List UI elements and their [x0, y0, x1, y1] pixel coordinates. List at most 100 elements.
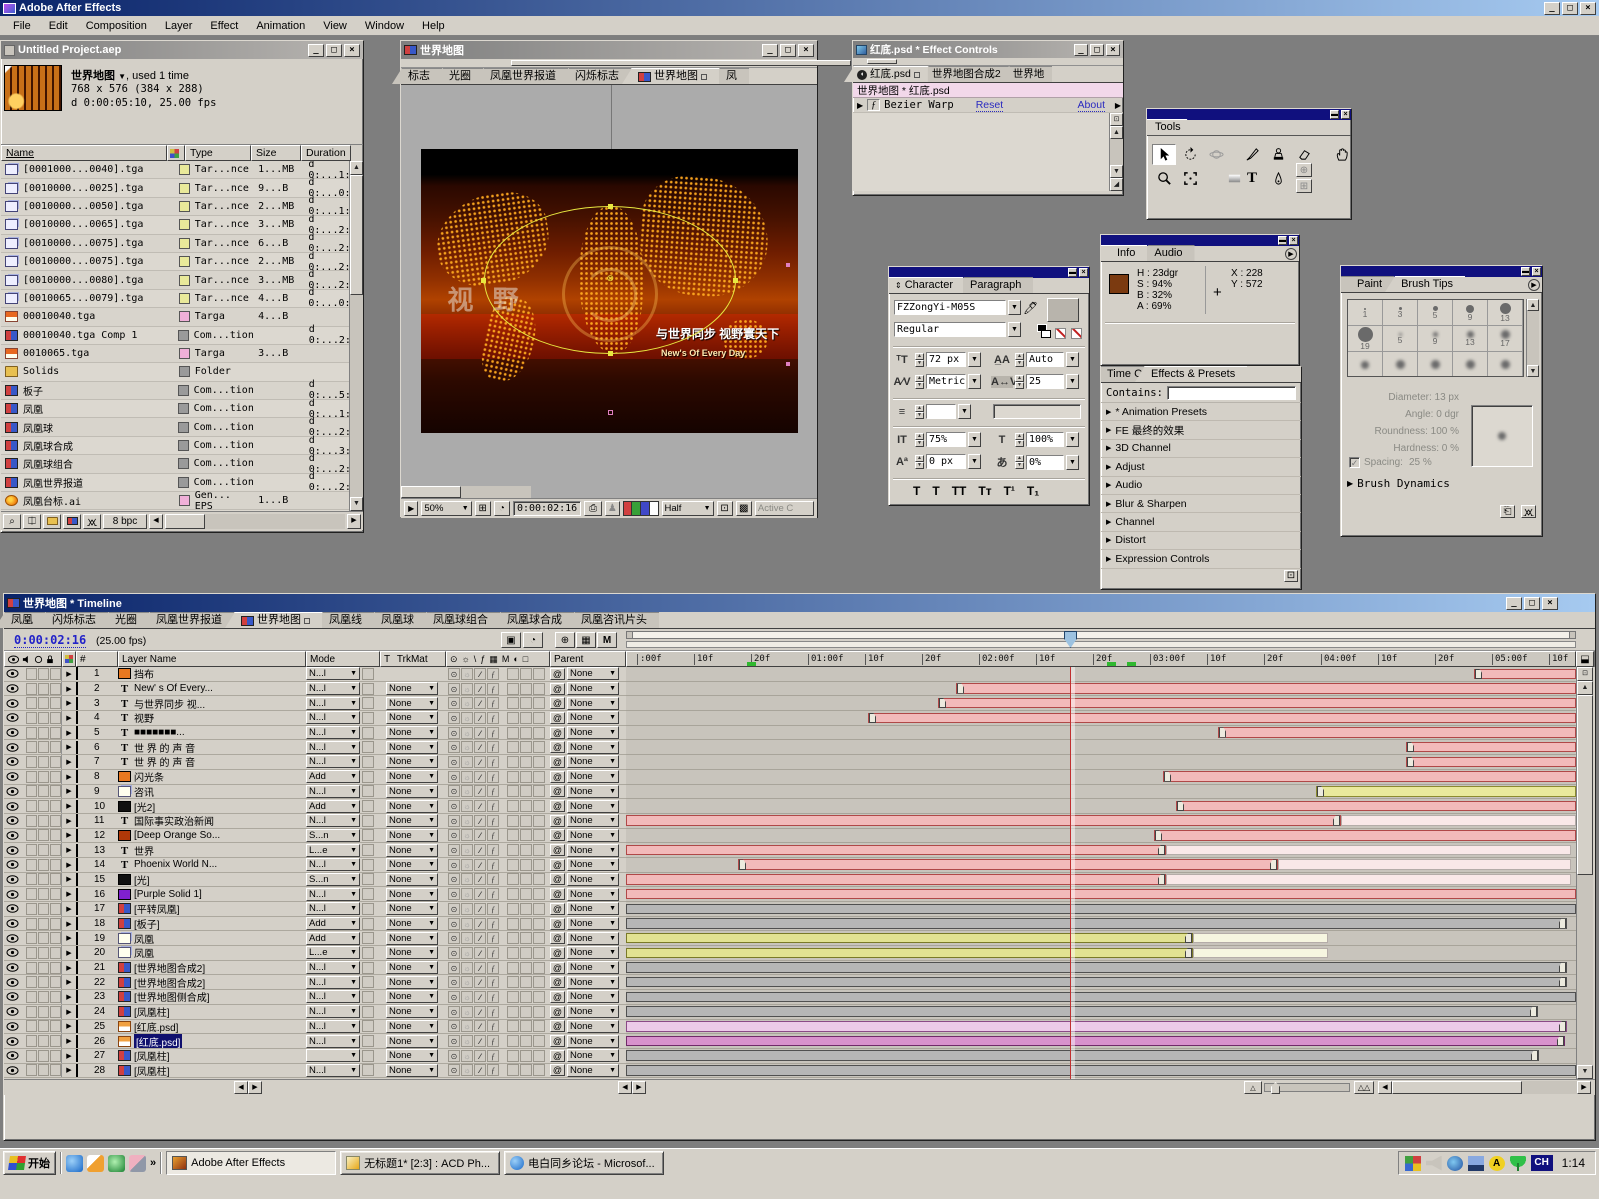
paragraph-tab[interactable]: Paragraph [954, 277, 1033, 293]
collapse-switch[interactable]: ☼ [461, 800, 473, 812]
tray-computers-icon[interactable] [1468, 1156, 1484, 1171]
column-duration[interactable]: Duration [301, 145, 351, 161]
parent-pickwhip-icon[interactable]: @ [550, 771, 565, 783]
label-color-swatch[interactable] [179, 183, 190, 194]
layer-visibility-eye-icon[interactable] [6, 1051, 19, 1060]
shy-switch[interactable]: ⊙ [448, 903, 460, 915]
scroll-down-arrow[interactable]: ▼ [350, 497, 363, 511]
timeline-tab[interactable]: 凤凰世界报道 [140, 612, 234, 628]
collapse-switch[interactable]: ☼ [461, 1020, 473, 1032]
timeline-tab[interactable]: 闪烁标志 [36, 612, 108, 628]
layer-label-chip[interactable] [76, 741, 78, 754]
frame-blend-switch[interactable] [507, 712, 519, 724]
label-color-swatch[interactable] [179, 256, 190, 267]
solo-toggle[interactable] [38, 727, 49, 739]
lock-toggle[interactable] [50, 859, 61, 871]
layer-twirl-icon[interactable]: ▶ [62, 802, 76, 810]
quality-switch[interactable]: ∕ [474, 771, 486, 783]
blend-mode-dropdown[interactable]: Add▼ [306, 800, 360, 813]
shy-switch[interactable]: ⊙ [448, 829, 460, 841]
character-tab[interactable]: ⇕Character [889, 277, 963, 293]
tools-tab[interactable]: Tools [1147, 119, 1197, 135]
twirl-icon[interactable]: ▶ [1106, 518, 1111, 526]
lock-toggle[interactable] [50, 727, 61, 739]
quality-switch[interactable]: ∕ [474, 962, 486, 974]
shy-switch[interactable]: ⊙ [448, 771, 460, 783]
blend-mode-dropdown[interactable]: N...l▼ [306, 1035, 360, 1048]
effects-switch[interactable]: ƒ [487, 1064, 499, 1076]
menu-item[interactable]: Effect [201, 18, 247, 34]
parent-pickwhip-icon[interactable]: @ [550, 918, 565, 930]
quality-switch[interactable]: ∕ [474, 932, 486, 944]
audio-toggle[interactable] [26, 1050, 37, 1062]
solo-toggle[interactable] [38, 756, 49, 768]
delete-brush-icon[interactable]: 🝪 [1521, 505, 1536, 518]
quality-switch[interactable]: ∕ [474, 829, 486, 841]
quality-switch[interactable]: ∕ [474, 844, 486, 856]
blend-mode-dropdown[interactable]: N...l▼ [306, 1005, 360, 1018]
effect-enabled-icon[interactable]: ƒ [867, 99, 880, 111]
shy-switch[interactable]: ⊙ [448, 859, 460, 871]
task-button-acdsee[interactable]: 无标题1* [2:3] : ACD Ph... [340, 1151, 500, 1175]
tray-volume-icon[interactable] [1426, 1156, 1442, 1171]
layer-visibility-eye-icon[interactable] [6, 992, 19, 1001]
solo-toggle[interactable] [38, 1050, 49, 1062]
sort-icon[interactable] [167, 145, 185, 161]
effect-about-link[interactable]: About [1078, 99, 1105, 112]
collapse-switch[interactable]: ☼ [461, 844, 473, 856]
adjustment-layer-switch[interactable] [533, 976, 545, 988]
layer-name[interactable]: [凤凰柱] [134, 1049, 170, 1063]
preserve-transparency-toggle[interactable] [362, 859, 374, 871]
close-icon[interactable]: × [1532, 267, 1541, 276]
motion-blur-switch[interactable] [520, 932, 532, 944]
trkmat-dropdown[interactable]: None▼ [386, 726, 438, 739]
show-snapshot-icon[interactable]: ♟ [605, 501, 619, 516]
lock-toggle[interactable] [50, 918, 61, 930]
trkmat-dropdown[interactable]: None▼ [386, 1035, 438, 1048]
baseline-stepper[interactable]: ▲▼ [915, 455, 924, 469]
layer-visibility-eye-icon[interactable] [6, 978, 19, 987]
frame-blend-switch[interactable] [507, 1064, 519, 1076]
tray-lock-icon[interactable]: A [1489, 1156, 1505, 1171]
parent-pickwhip-icon[interactable]: @ [550, 1050, 565, 1062]
layer-visibility-eye-icon[interactable] [6, 919, 19, 928]
layer-name[interactable]: [光2] [134, 799, 155, 813]
layer-duration-bar[interactable] [626, 962, 1567, 973]
shy-switch[interactable]: ⊙ [448, 873, 460, 885]
layer-row[interactable]: ▶ 10 [光2] Add▼ None▼ [4, 799, 626, 814]
trkmat-header[interactable]: T TrkMat [380, 651, 446, 667]
brush-preset[interactable]: 3 [1383, 300, 1418, 326]
effects-switch[interactable]: ƒ [487, 683, 499, 695]
parent-dropdown[interactable]: None▼ [567, 1035, 619, 1048]
layer-label-chip[interactable] [76, 667, 78, 680]
shy-switch[interactable]: ⊙ [448, 932, 460, 944]
preserve-transparency-toggle[interactable] [362, 668, 374, 680]
resolution-dropdown[interactable]: Half▼ [662, 501, 714, 516]
collapse-switch[interactable]: ☼ [461, 683, 473, 695]
minimize-button[interactable]: _ [1074, 44, 1088, 56]
parent-pickwhip-icon[interactable]: @ [550, 683, 565, 695]
layer-row[interactable]: ▶ 12 [Deep Orange So... S...n▼ None▼ [4, 829, 626, 844]
faux-style-button[interactable]: T [913, 484, 920, 498]
collapse-switch[interactable]: ☼ [461, 976, 473, 988]
layer-label-chip[interactable] [76, 1035, 78, 1048]
scroll-right-arrow[interactable]: ▶ [347, 514, 361, 529]
layer-duration-bar[interactable] [938, 698, 1576, 709]
trkmat-dropdown[interactable]: None▼ [386, 785, 438, 798]
collapse-switch[interactable]: ☼ [461, 785, 473, 797]
parent-pickwhip-icon[interactable]: @ [550, 844, 565, 856]
switch-header-icon[interactable]: M [502, 654, 510, 664]
layer-row[interactable]: ▶ 7 世 界 的 声 音 N...l▼ None▼ [4, 755, 626, 770]
tray-display-icon[interactable] [1405, 1156, 1421, 1171]
scrollbar-thumb[interactable] [1577, 695, 1593, 875]
close-button[interactable]: × [344, 44, 360, 57]
tracking-field[interactable]: 25 [1026, 374, 1064, 389]
tab-detach-icon[interactable] [304, 618, 310, 624]
brush-preset[interactable]: 13 [1488, 300, 1523, 326]
clone-stamp-tool[interactable] [1266, 144, 1290, 165]
layer-visibility-eye-icon[interactable] [6, 963, 19, 972]
frame-blend-switch[interactable] [507, 1050, 519, 1062]
blend-mode-dropdown[interactable]: N...l▼ [306, 726, 360, 739]
layer-name[interactable]: 世 界 的 声 音 [134, 740, 195, 754]
close-button[interactable]: × [1580, 2, 1596, 15]
